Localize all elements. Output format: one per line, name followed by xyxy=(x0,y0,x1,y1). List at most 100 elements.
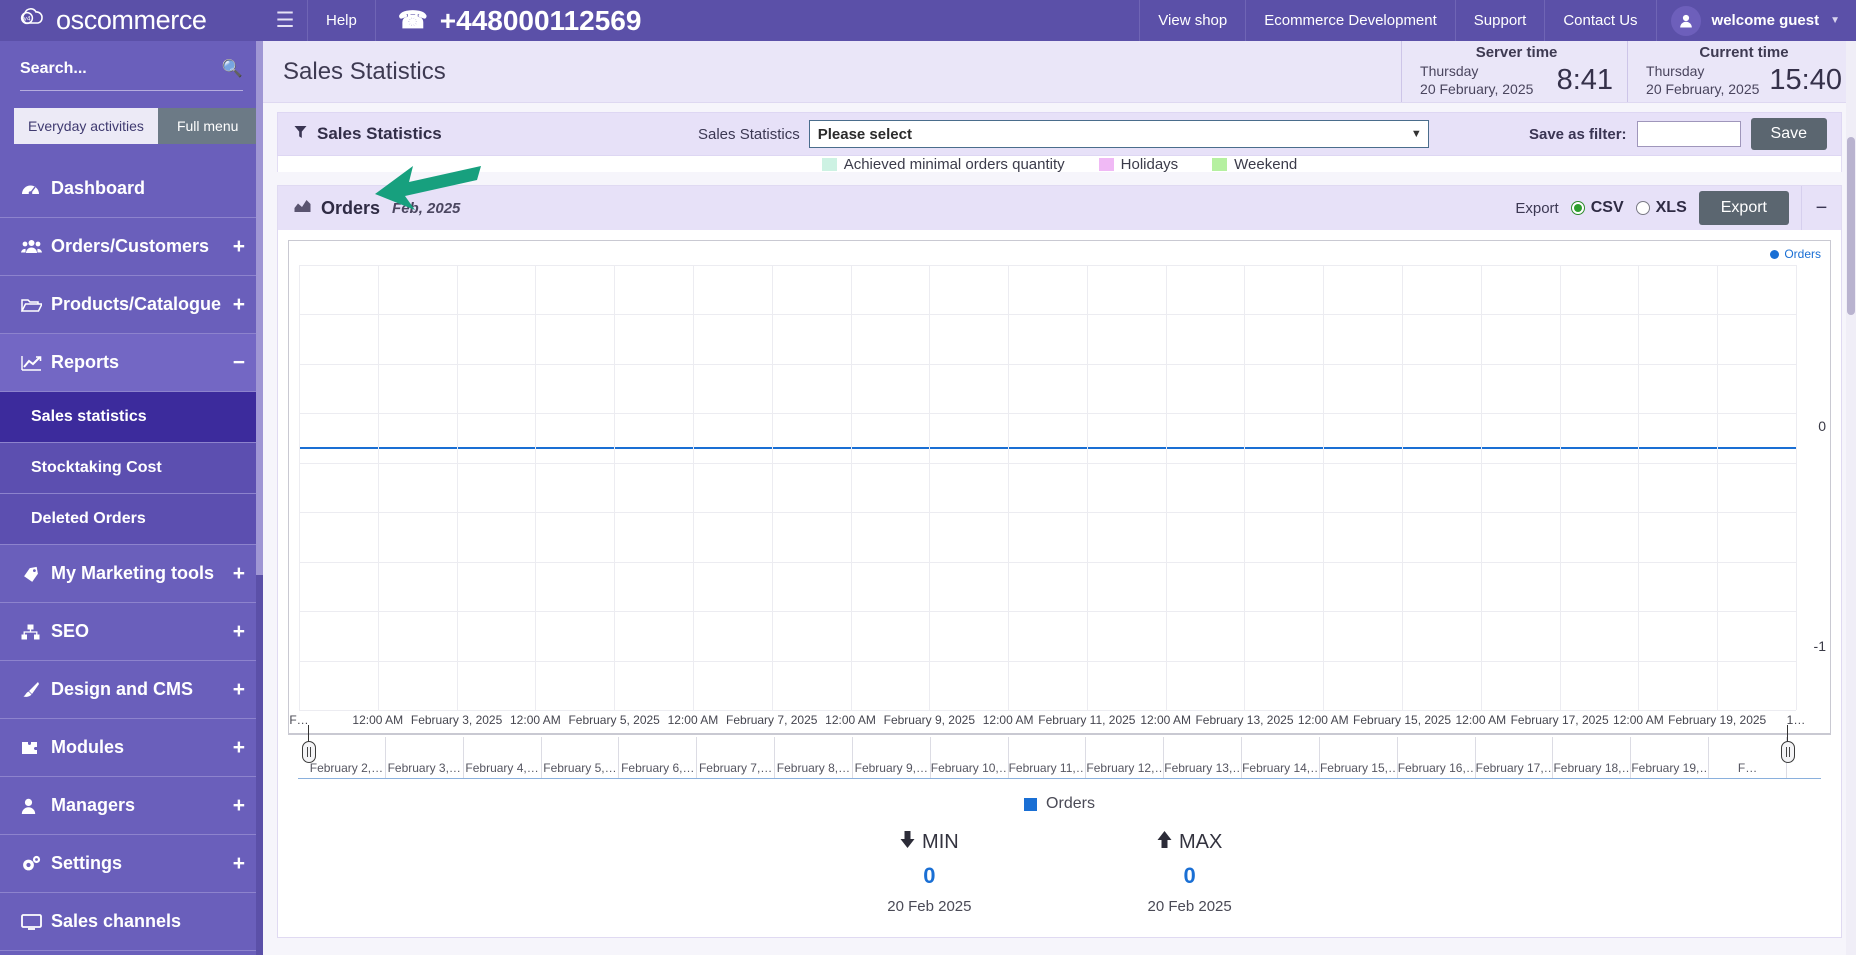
server-time-day: Thursday xyxy=(1420,63,1479,80)
navigator-track[interactable]: February 2,… February 3,… February 4,… Febr… xyxy=(308,737,1787,778)
brush-icon xyxy=(21,681,51,698)
sidebar-item-label: Orders/Customers xyxy=(51,236,210,256)
sidebar-item-orders-customers[interactable]: Orders/Customers + xyxy=(0,218,263,276)
navigator-handle-right[interactable] xyxy=(1781,725,1795,775)
hamburger-icon[interactable]: ☰ xyxy=(263,0,307,41)
save-as-filter-input[interactable] xyxy=(1636,121,1741,147)
grid-line-vertical xyxy=(1086,265,1088,710)
save-as-filter-label: Save as filter: xyxy=(1528,125,1627,143)
navigator-label: February 17,… xyxy=(1475,761,1553,775)
page-scrollbar[interactable] xyxy=(1846,41,1856,955)
export-format-xls[interactable]: XLS xyxy=(1635,199,1687,217)
brand-logo[interactable]: v4 oscommerce xyxy=(0,0,263,41)
filter-bar: Sales Statistics Sales Statistics Please… xyxy=(277,112,1842,156)
help-link[interactable]: Help xyxy=(308,0,375,41)
chart-series-legend[interactable]: Orders xyxy=(1770,247,1821,261)
nav-ecommerce-development[interactable]: Ecommerce Development xyxy=(1246,0,1455,41)
sidebar-item-my-marketing-tools[interactable]: My Marketing tools + xyxy=(0,545,263,603)
grid-line-horizontal xyxy=(299,363,1796,365)
sidebar-item-managers[interactable]: Managers + xyxy=(0,777,263,835)
grid-line-vertical xyxy=(1244,265,1246,710)
navigator-cell: February 18,… xyxy=(1553,737,1632,778)
grid-line-horizontal xyxy=(299,561,1796,563)
sidebar-item-label: SEO xyxy=(51,621,90,641)
min-value: 0 xyxy=(923,863,936,888)
y-axis-tick-0: 0 xyxy=(1818,417,1826,434)
tab-everyday-activities[interactable]: Everyday activities xyxy=(14,108,158,144)
sidebar-item-seo[interactable]: SEO + xyxy=(0,603,263,661)
person-icon xyxy=(21,798,51,814)
arrow-down-icon xyxy=(900,831,915,854)
chevron-down-icon: ▼ xyxy=(1410,128,1422,140)
sidebar-scrollbar[interactable] xyxy=(256,41,263,955)
grid-line-horizontal xyxy=(299,660,1796,662)
sidebar-item-stocktaking-cost[interactable]: Stocktaking Cost xyxy=(0,443,263,494)
sidebar-item-reports[interactable]: Reports − xyxy=(0,334,263,392)
navigator-cell: February 9,… xyxy=(853,737,931,778)
export-button[interactable]: Export xyxy=(1698,191,1789,225)
navigator-handle-left[interactable] xyxy=(302,725,316,775)
x-axis: F… 12:00 AM February 3, 2025 12:00 AM Februa… xyxy=(289,713,1805,731)
sidebar-item-settings[interactable]: Settings + xyxy=(0,835,263,893)
brand-name: oscommerce xyxy=(56,5,207,35)
handle-grip[interactable] xyxy=(1781,741,1795,763)
sidebar-scrollbar-thumb[interactable] xyxy=(256,41,263,575)
current-time-date: 20 February, 2025 xyxy=(1646,80,1760,97)
search-input[interactable] xyxy=(20,60,200,78)
orders-chart[interactable]: Orders 0 -1 F… 12:00 AM February 3, 2025 12… xyxy=(288,240,1831,735)
sidebar-item-deleted-orders[interactable]: Deleted Orders xyxy=(0,494,263,545)
x-axis-tick-label: 12:00 AM xyxy=(1455,713,1507,727)
sidebar-item-label: Settings xyxy=(51,853,123,873)
chart-navigator[interactable]: February 2,… February 3,… February 4,… Febr… xyxy=(298,725,1821,779)
sales-statistics-select[interactable]: Please select ▼ xyxy=(808,120,1429,148)
user-menu[interactable]: welcome guest ▼ xyxy=(1657,0,1856,41)
phone-number[interactable]: ☎ +448000112569 xyxy=(376,0,664,41)
collapse-panel-button[interactable]: − xyxy=(1801,186,1841,230)
sidebar-item-design-and-cms[interactable]: Design and CMS + xyxy=(0,661,263,719)
min-max-row: MIN 0 20 Feb 2025 MAX 0 20 Feb 2025 xyxy=(288,831,1831,915)
search-icon[interactable]: 🔍 xyxy=(222,59,243,79)
handle-grip[interactable] xyxy=(302,741,316,763)
x-axis-tick-label: February 13, 2025 xyxy=(1195,713,1294,727)
filter-icon xyxy=(294,125,307,143)
x-axis-tick-label: 12:00 AM xyxy=(510,713,561,727)
radio-icon xyxy=(1635,201,1650,215)
grid-line-vertical xyxy=(1796,265,1797,710)
grid-line-horizontal xyxy=(299,314,1796,316)
series-color-square xyxy=(1024,797,1038,811)
legend-swatch xyxy=(1098,158,1114,171)
nav-support[interactable]: Support xyxy=(1456,0,1545,41)
nav-view-shop[interactable]: View shop xyxy=(1140,0,1245,41)
expander: + xyxy=(232,736,245,759)
sidebar-item-modules[interactable]: Modules + xyxy=(0,719,263,777)
area-chart-icon xyxy=(294,199,311,217)
oscommerce-cloud-logo-icon: v4 xyxy=(16,7,46,35)
min-date: 20 Feb 2025 xyxy=(887,898,972,915)
chart-plot-area: 0 -1 xyxy=(299,265,1826,711)
sidebar-item-sales-channels[interactable]: Sales channels xyxy=(0,893,263,951)
tab-full-menu[interactable]: Full menu xyxy=(157,108,258,144)
x-axis-tick-label: 12:00 AM xyxy=(1140,713,1192,727)
select-value: Please select xyxy=(817,125,912,143)
app-root: v4 oscommerce ☰ Help ☎ +448000112569 Vie… xyxy=(0,0,1856,955)
series-legend-label: Orders xyxy=(1784,247,1821,261)
nav-contact-us[interactable]: Contact Us xyxy=(1545,0,1655,41)
stats-legend: Orders xyxy=(288,795,1831,813)
grid-line-vertical xyxy=(771,265,773,710)
sidebar-item-dashboard[interactable]: Dashboard xyxy=(0,160,263,218)
navigator-cell: February 4,… xyxy=(464,737,542,778)
sidebar-item-products-catalogue[interactable]: Products/Catalogue + xyxy=(0,276,263,334)
navigator-label: February 11,… xyxy=(1008,761,1086,775)
page-scrollbar-thumb[interactable] xyxy=(1847,137,1855,315)
legend-label: Achieved minimal orders quantity xyxy=(843,156,1065,172)
legend-holidays: Holidays xyxy=(1098,157,1178,172)
save-filter-button[interactable]: Save xyxy=(1750,118,1827,150)
sidebar-item-sales-statistics[interactable]: Sales statistics xyxy=(0,392,263,443)
sales-statistics-select-label: Sales Statistics xyxy=(698,125,800,143)
x-axis-tick-label: 12:00 AM xyxy=(1613,713,1664,727)
navigator-label: February 5,… xyxy=(543,761,617,775)
current-time: Current time Thursday 20 February, 2025 … xyxy=(1627,41,1856,102)
export-format-csv[interactable]: CSV xyxy=(1570,199,1624,217)
navigator-cell: February 5,… xyxy=(542,737,620,778)
customers-icon xyxy=(21,239,51,254)
